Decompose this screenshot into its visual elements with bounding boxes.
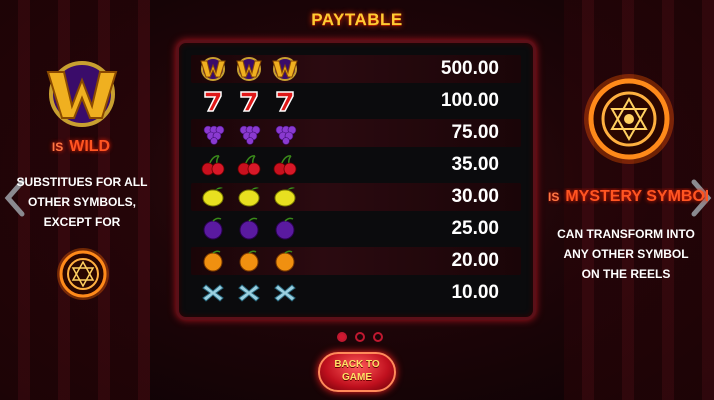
orange-icon: [235, 249, 263, 273]
x-icon: [235, 281, 263, 305]
wild-w-icon: [199, 57, 227, 81]
cherries-icon: [199, 153, 227, 177]
orange-icon: [199, 249, 227, 273]
grapes-icon: [271, 121, 299, 145]
page-dot-1[interactable]: [337, 332, 347, 342]
paytable-row: 500.00: [191, 55, 521, 83]
page-dot-2[interactable]: [355, 332, 365, 342]
mystery-heading: IS MYSTERY SYMBOL: [548, 188, 708, 205]
lemon-icon: [235, 185, 263, 209]
page-dot-3[interactable]: [373, 332, 383, 342]
page-indicator: [337, 332, 387, 344]
wild-description: SUBSTITUES FOR ALL OTHER SYMBOLS, EXCEPT…: [16, 175, 148, 229]
cherries-icon: [271, 153, 299, 177]
plum-icon: [271, 217, 299, 241]
orange-icon: [271, 249, 299, 273]
mystery-description: CAN TRANSFORM INTO ANY OTHER SYMBOL ON T…: [557, 227, 695, 281]
wild-w-icon: [271, 57, 299, 81]
back-to-game-button[interactable]: BACK TO GAME: [318, 352, 396, 392]
paytable-row: 10.00: [191, 279, 521, 307]
payout-value: 25.00: [451, 218, 499, 239]
seven-icon: [271, 89, 299, 113]
x-icon: [271, 281, 299, 305]
payout-value: 100.00: [440, 90, 499, 111]
wild-w-icon: [235, 57, 263, 81]
payout-value: 20.00: [451, 250, 499, 271]
mystery-symbol-small-icon: [55, 246, 111, 302]
paytable-row: 100.00: [191, 87, 521, 115]
page-title: PAYTABLE: [311, 10, 403, 29]
plum-icon: [199, 217, 227, 241]
paytable-panel: 500.00 100.00 75.00 35.00 30.00 25.00 20.00 10.…: [176, 40, 536, 320]
x-icon: [199, 281, 227, 305]
paytable-row: 25.00: [191, 215, 521, 243]
grapes-icon: [199, 121, 227, 145]
paytable-row: 75.00: [191, 119, 521, 147]
paytable-row: 35.00: [191, 151, 521, 179]
paytable-row: 30.00: [191, 183, 521, 211]
payout-value: 75.00: [451, 122, 499, 143]
grapes-icon: [235, 121, 263, 145]
payout-value: 30.00: [451, 186, 499, 207]
seven-icon: [199, 89, 227, 113]
lemon-icon: [271, 185, 299, 209]
seven-icon: [235, 89, 263, 113]
payout-value: 500.00: [440, 58, 499, 79]
payout-value: 10.00: [451, 282, 499, 303]
wild-w-icon: [40, 58, 124, 128]
wild-heading: IS WILD: [51, 138, 111, 155]
mystery-symbol-icon: [582, 72, 676, 166]
lemon-icon: [199, 185, 227, 209]
plum-icon: [235, 217, 263, 241]
payout-value: 35.00: [451, 154, 499, 175]
paytable-row: 20.00: [191, 247, 521, 275]
cherries-icon: [235, 153, 263, 177]
